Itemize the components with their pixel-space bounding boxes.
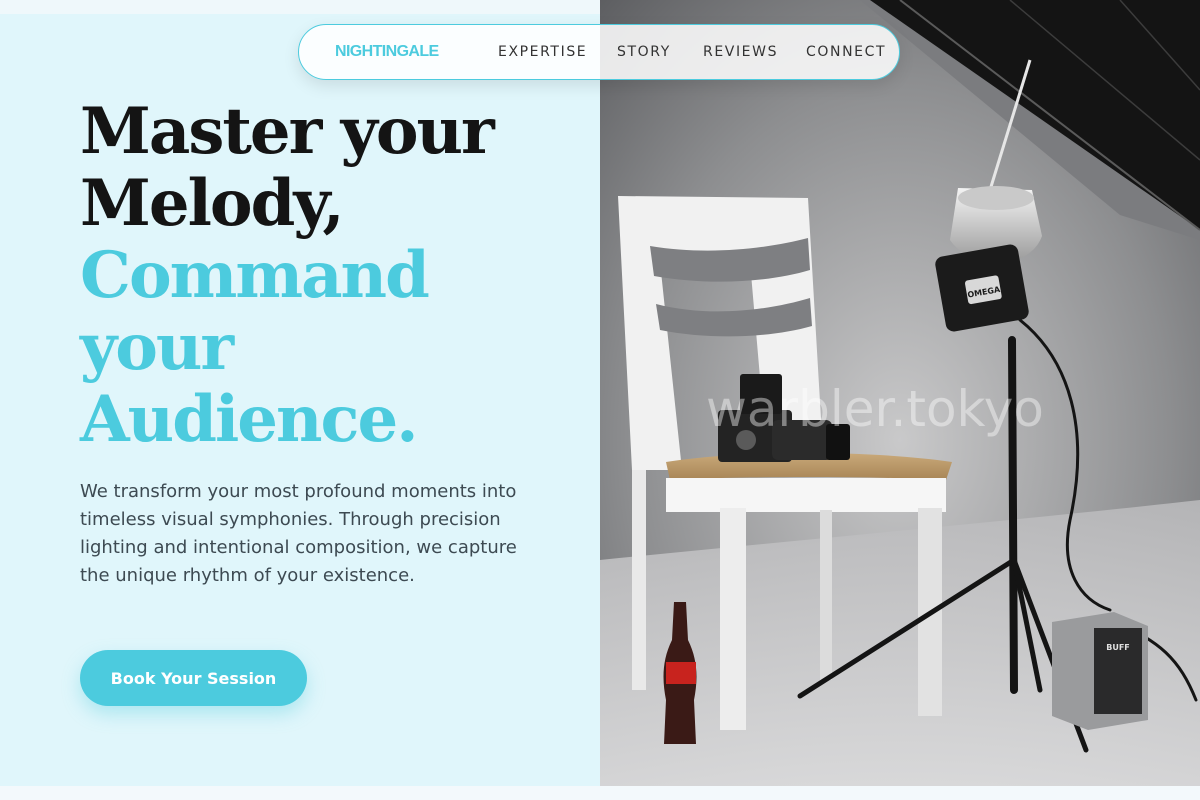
power-pack-label: BUFF	[1106, 643, 1130, 652]
bottom-strip	[0, 786, 1200, 800]
hero-title-line-1: Master your	[80, 94, 495, 169]
power-pack: BUFF	[1052, 612, 1148, 730]
brand-logo-link[interactable]: NIGHTINGALE	[335, 43, 439, 61]
nav-link-connect[interactable]: CONNECT	[806, 44, 886, 60]
landing-page: Master your Melody, Command your Audienc…	[0, 0, 1200, 800]
hero-accent-line-3: Audience.	[80, 382, 418, 457]
studio-photo: OMEGA BUFF warbler.tokyo	[600, 0, 1200, 800]
hero-description: We transform your most profound moments …	[80, 481, 517, 586]
top-strip	[0, 0, 600, 14]
hero-accent-line-2: your	[80, 310, 234, 385]
nav-link-expertise[interactable]: EXPERTISE	[498, 44, 587, 60]
watermark-text: warbler.tokyo	[706, 380, 1044, 438]
nav-link-reviews[interactable]: REVIEWS	[703, 44, 778, 60]
nav-link-story[interactable]: STORY	[617, 44, 671, 60]
book-session-button[interactable]: Book Your Session	[80, 650, 307, 706]
hero-title-line-2: Melody,	[80, 166, 345, 241]
main-navigation: NIGHTINGALE EXPERTISE STORY REVIEWS CONN…	[298, 24, 900, 80]
hero-title: Master your Melody, Command your Audienc…	[80, 94, 495, 457]
hero-accent-line-1: Command	[80, 238, 430, 313]
studio-photo-illustration: OMEGA BUFF warbler.tokyo	[600, 0, 1200, 800]
